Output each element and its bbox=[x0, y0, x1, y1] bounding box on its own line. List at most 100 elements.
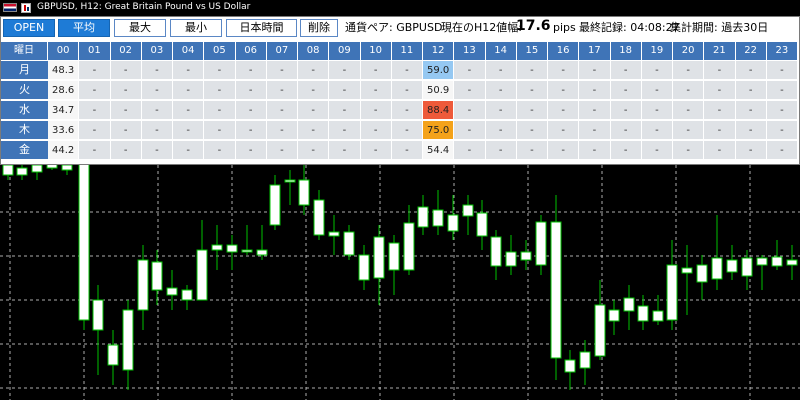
candle-body bbox=[417, 206, 429, 228]
candle-body bbox=[447, 214, 459, 232]
range-cell: - bbox=[704, 101, 736, 120]
range-cell: - bbox=[673, 141, 705, 160]
range-cell: - bbox=[641, 121, 673, 140]
candle-body bbox=[681, 267, 693, 274]
range-cell: - bbox=[485, 101, 517, 120]
hour-header: 22 bbox=[735, 42, 767, 60]
range-cell: - bbox=[360, 141, 392, 160]
h12-range-value: 17.6 bbox=[516, 18, 551, 34]
delete-button[interactable]: 削除 bbox=[300, 19, 338, 37]
table-corner-header: 曜日 bbox=[1, 42, 48, 60]
range-cell: - bbox=[329, 101, 361, 120]
range-cell: - bbox=[704, 121, 736, 140]
range-cell: - bbox=[141, 81, 173, 100]
range-cell: 54.4 bbox=[423, 141, 455, 160]
candle-body bbox=[594, 304, 606, 357]
range-cell: - bbox=[298, 61, 330, 80]
window-title: GBPUSD, H12: Great Britain Pound vs US D… bbox=[37, 2, 251, 12]
candle-body bbox=[741, 257, 753, 277]
range-cell: - bbox=[204, 61, 236, 80]
range-cell: - bbox=[391, 121, 423, 140]
japan-time-button[interactable]: 日本時間 bbox=[226, 19, 297, 37]
candle-body bbox=[535, 221, 547, 266]
range-cell: - bbox=[110, 141, 142, 160]
range-cell: - bbox=[360, 61, 392, 80]
range-cell: 50.9 bbox=[423, 81, 455, 100]
range-cell: - bbox=[579, 61, 611, 80]
hour-header: 05 bbox=[204, 42, 236, 60]
candle-body bbox=[78, 154, 90, 321]
range-cell: - bbox=[548, 81, 580, 100]
panel-toolbar: OPEN 平均 最大 最小 日本時間 削除 通貨ペア: GBPUSD 現在のH1… bbox=[1, 17, 799, 41]
hour-header: 11 bbox=[391, 42, 423, 60]
candle-body bbox=[16, 167, 28, 176]
min-button[interactable]: 最小 bbox=[170, 19, 222, 37]
hour-header: 20 bbox=[673, 42, 705, 60]
range-cell: - bbox=[579, 141, 611, 160]
candle-body bbox=[2, 164, 14, 176]
hour-header: 13 bbox=[454, 42, 486, 60]
range-cell: - bbox=[391, 141, 423, 160]
range-cell: - bbox=[548, 61, 580, 80]
range-cell: - bbox=[204, 141, 236, 160]
day-label: 月 bbox=[1, 61, 48, 80]
range-cell: - bbox=[173, 121, 205, 140]
range-cell: - bbox=[516, 101, 548, 120]
range-cell: - bbox=[391, 101, 423, 120]
range-cell: - bbox=[79, 121, 111, 140]
hour-header: 15 bbox=[516, 42, 548, 60]
range-cell: - bbox=[454, 81, 486, 100]
range-cell: - bbox=[173, 101, 205, 120]
candle-body bbox=[666, 264, 678, 321]
range-cell: - bbox=[329, 81, 361, 100]
range-cell: - bbox=[673, 61, 705, 80]
range-cell: - bbox=[610, 101, 642, 120]
range-cell: - bbox=[235, 81, 267, 100]
flag-icon bbox=[3, 3, 17, 12]
max-button[interactable]: 最大 bbox=[114, 19, 166, 37]
range-cell: - bbox=[298, 141, 330, 160]
range-cell: - bbox=[298, 81, 330, 100]
candle-body bbox=[388, 242, 400, 271]
hour-header: 06 bbox=[235, 42, 267, 60]
hour-header: 12 bbox=[423, 42, 455, 60]
average-button[interactable]: 平均 bbox=[58, 19, 110, 37]
day-label: 金 bbox=[1, 141, 48, 160]
range-cell: - bbox=[516, 81, 548, 100]
candle-body bbox=[181, 289, 193, 301]
range-cell: - bbox=[516, 121, 548, 140]
range-cell: - bbox=[735, 141, 767, 160]
candle-body bbox=[462, 204, 474, 217]
range-cell: - bbox=[579, 101, 611, 120]
day-label: 水 bbox=[1, 101, 48, 120]
range-cell: - bbox=[641, 101, 673, 120]
range-cell: 48.3 bbox=[48, 61, 80, 80]
range-cell: - bbox=[704, 141, 736, 160]
range-cell: - bbox=[673, 101, 705, 120]
range-cell: - bbox=[548, 121, 580, 140]
candle-body bbox=[211, 244, 223, 251]
hour-header: 01 bbox=[79, 42, 111, 60]
range-cell: - bbox=[610, 81, 642, 100]
last-record-time: 最終記録: 04:08:27 bbox=[579, 21, 680, 34]
range-cell: - bbox=[110, 61, 142, 80]
range-cell: - bbox=[516, 61, 548, 80]
range-stats-panel: OPEN 平均 最大 最小 日本時間 削除 通貨ペア: GBPUSD 現在のH1… bbox=[0, 16, 800, 165]
candle-body bbox=[226, 244, 238, 253]
open-button[interactable]: OPEN bbox=[3, 19, 55, 37]
hour-header: 03 bbox=[141, 42, 173, 60]
range-cell: - bbox=[735, 121, 767, 140]
range-cell: - bbox=[235, 141, 267, 160]
range-cell: - bbox=[360, 81, 392, 100]
range-cell: - bbox=[454, 121, 486, 140]
candle-body bbox=[241, 249, 253, 253]
day-label: 木 bbox=[1, 121, 48, 140]
range-cell: - bbox=[235, 101, 267, 120]
range-cell: - bbox=[641, 81, 673, 100]
range-cell: - bbox=[641, 141, 673, 160]
range-cell: - bbox=[173, 81, 205, 100]
candle-body bbox=[756, 257, 768, 266]
range-cell: 34.7 bbox=[48, 101, 80, 120]
day-label: 火 bbox=[1, 81, 48, 100]
candle-body bbox=[61, 164, 73, 171]
